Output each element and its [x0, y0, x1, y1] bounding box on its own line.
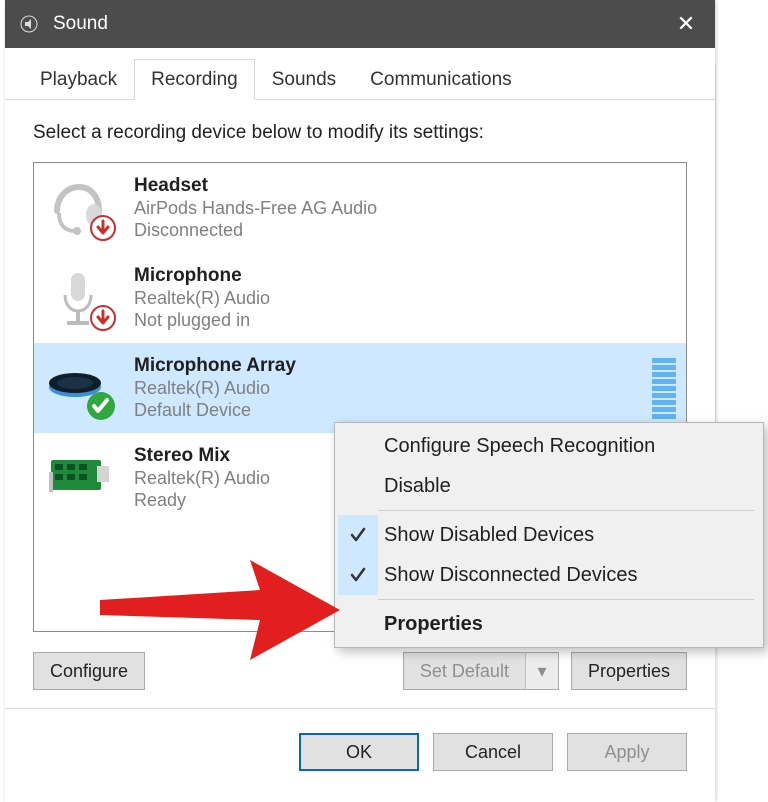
ctx-label: Show Disconnected Devices [378, 564, 637, 587]
ctx-properties[interactable]: Properties [338, 604, 760, 644]
check-icon [338, 515, 378, 555]
ctx-label: Disable [378, 475, 451, 498]
context-menu[interactable]: Configure Speech Recognition Disable Sho… [334, 422, 764, 648]
disconnected-badge-icon [90, 215, 116, 246]
configure-button[interactable]: Configure [33, 652, 145, 690]
close-button[interactable]: ✕ [657, 0, 715, 48]
device-name: Microphone Array [134, 355, 296, 377]
microphone-icon [42, 262, 114, 334]
device-provider: AirPods Hands-Free AG Audio [134, 197, 377, 220]
device-provider: Realtek(R) Audio [134, 287, 270, 310]
client-area: Playback Recording Sounds Communications… [5, 56, 715, 785]
menu-gutter [338, 426, 378, 466]
ctx-show-disconnected[interactable]: Show Disconnected Devices [338, 555, 760, 595]
default-check-badge-icon [86, 391, 116, 426]
device-item[interactable]: Microphone Realtek(R) Audio Not plugged … [34, 253, 686, 343]
device-status: Default Device [134, 399, 296, 422]
stereo-mix-icon [42, 442, 114, 514]
unplugged-badge-icon [90, 305, 116, 336]
tab-recording[interactable]: Recording [134, 59, 255, 100]
device-item[interactable]: Headset AirPods Hands-Free AG Audio Disc… [34, 163, 686, 253]
tab-sounds[interactable]: Sounds [255, 59, 353, 99]
device-info: Stereo Mix Realtek(R) Audio Ready [114, 445, 270, 512]
device-status: Disconnected [134, 219, 377, 242]
device-item-selected[interactable]: Microphone Array Realtek(R) Audio Defaul… [34, 343, 686, 433]
device-status: Not plugged in [134, 309, 270, 332]
dialog-footer: OK Cancel Apply [5, 708, 715, 771]
ctx-disable[interactable]: Disable [338, 466, 760, 506]
titlebar: Sound ✕ [5, 0, 715, 48]
device-name: Headset [134, 175, 377, 197]
tab-playback[interactable]: Playback [23, 59, 134, 99]
menu-gutter [338, 604, 378, 644]
ctx-label: Configure Speech Recognition [378, 435, 655, 458]
device-name: Microphone [134, 265, 270, 287]
chevron-down-icon: ▾ [537, 661, 546, 682]
apply-button[interactable]: Apply [567, 733, 687, 771]
device-info: Microphone Realtek(R) Audio Not plugged … [114, 265, 270, 332]
ctx-show-disabled[interactable]: Show Disabled Devices [338, 515, 760, 555]
mic-array-icon [42, 352, 114, 424]
device-name: Stereo Mix [134, 445, 270, 467]
set-default-dropdown[interactable]: ▾ [525, 652, 559, 690]
tabstrip: Playback Recording Sounds Communications [5, 56, 715, 100]
tab-communications[interactable]: Communications [353, 59, 529, 99]
level-meter [652, 358, 676, 419]
cancel-button[interactable]: Cancel [433, 733, 553, 771]
device-provider: Realtek(R) Audio [134, 467, 270, 490]
menu-gutter [338, 466, 378, 506]
sound-app-icon [19, 14, 39, 34]
menu-separator [378, 510, 754, 511]
set-default-button[interactable]: Set Default [403, 652, 525, 690]
device-status: Ready [134, 489, 270, 512]
ctx-label: Show Disabled Devices [378, 524, 594, 547]
ctx-configure-speech[interactable]: Configure Speech Recognition [338, 426, 760, 466]
ok-button[interactable]: OK [299, 733, 419, 771]
device-info: Microphone Array Realtek(R) Audio Defaul… [114, 355, 296, 422]
window-title: Sound [53, 13, 108, 35]
check-icon [338, 555, 378, 595]
headset-icon [42, 172, 114, 244]
prompt-text: Select a recording device below to modif… [5, 100, 715, 156]
menu-separator [378, 599, 754, 600]
device-info: Headset AirPods Hands-Free AG Audio Disc… [114, 175, 377, 242]
sound-window: Sound ✕ Playback Recording Sounds Commun… [5, 0, 715, 802]
properties-button[interactable]: Properties [571, 652, 687, 690]
device-provider: Realtek(R) Audio [134, 377, 296, 400]
ctx-label: Properties [378, 613, 483, 636]
